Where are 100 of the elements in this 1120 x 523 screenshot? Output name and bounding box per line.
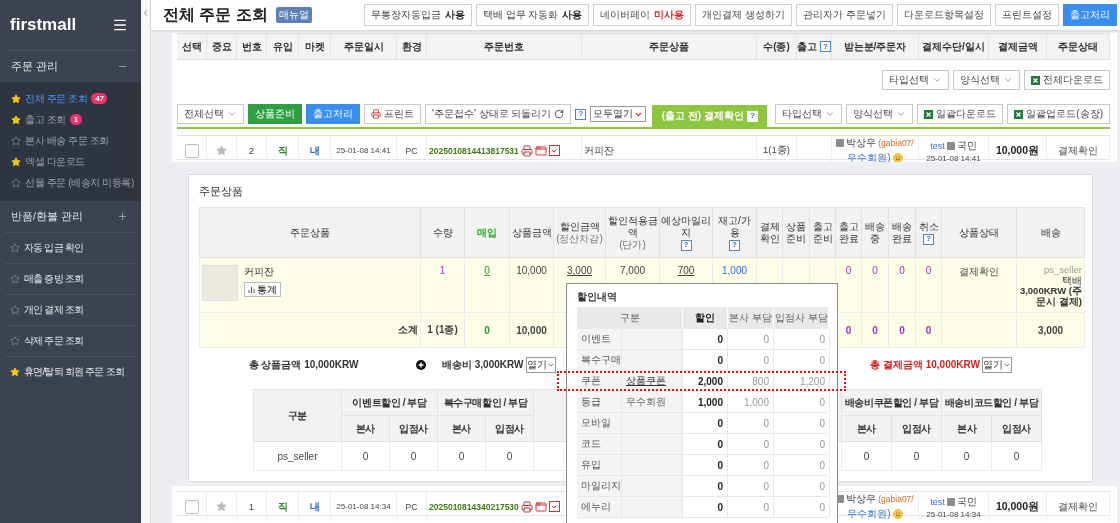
toggle-dropdown[interactable]: 열기 <box>525 356 556 373</box>
download-button[interactable]: 일괄다운로드 <box>917 104 1004 124</box>
setting-button[interactable]: 무통장자동입금 사용 <box>363 4 472 26</box>
help-button[interactable]: ? <box>729 239 740 251</box>
menu-item[interactable]: 전체 주문 조회 47 <box>0 88 141 109</box>
checkbox[interactable] <box>184 499 199 514</box>
payment-confirm-tab[interactable]: (출고 전) 결제확인 ? <box>652 105 768 127</box>
column-header: 배송완료 <box>892 220 912 244</box>
column-header: 상품상태 <box>959 226 999 238</box>
star-icon[interactable] <box>11 114 21 125</box>
table-cell: 1 <box>237 492 267 521</box>
column-subheader: (정산차감) <box>555 232 604 245</box>
star-icon[interactable] <box>10 243 20 253</box>
chevron-down-icon <box>227 109 237 119</box>
table-cell: 0 <box>389 441 438 471</box>
menu-group-header[interactable]: 반품/환불 관리 <box>0 201 141 232</box>
download-button[interactable]: 전체다운로드 <box>1024 70 1110 90</box>
order-number-link[interactable]: 2025010814413817531 <box>429 145 519 156</box>
menu-item[interactable]: 자동 입금 확인 <box>5 232 136 263</box>
bank-name: 국민 <box>956 494 977 509</box>
plus-icon <box>416 359 426 370</box>
star-icon[interactable] <box>10 305 20 315</box>
printer-icon[interactable] <box>520 500 533 513</box>
download-button[interactable]: 일괄업로드(송장) <box>1007 104 1110 124</box>
table-cell: 코드 <box>577 434 622 454</box>
product-name: 커피잔 <box>584 143 614 158</box>
column-header: 구분 <box>619 311 640 325</box>
menu-item[interactable]: 선물 주문 (배송지 미등록) <box>0 172 141 193</box>
manual-link[interactable]: 매뉴얼 <box>275 7 312 23</box>
star-icon[interactable] <box>11 156 21 167</box>
menu-item[interactable]: 출고 조회 1 <box>0 109 141 130</box>
star-icon[interactable] <box>216 501 227 512</box>
member-id: (gabia07/ <box>878 494 914 504</box>
dropdown-button[interactable] <box>548 145 560 156</box>
column-header: 선택 <box>181 39 202 54</box>
status-label: 미사용 <box>654 8 685 22</box>
total-amount: 배송비 3,000KRW <box>442 357 524 372</box>
chevron-down-icon <box>932 75 942 85</box>
table-cell: 0 <box>915 257 942 313</box>
toggle-dropdown[interactable]: 열기 <box>982 356 1012 373</box>
collapse-sidebar-icon[interactable] <box>141 8 150 18</box>
help-button[interactable]: ? <box>746 110 758 122</box>
setting-button[interactable]: 네이버페이 미사용 <box>593 4 692 26</box>
column-header: 재고/가용 <box>718 214 751 238</box>
help-button[interactable]: ? <box>820 41 831 52</box>
help-button[interactable]: ? <box>575 108 587 120</box>
order-amount: 10,000원 <box>995 499 1040 514</box>
star-icon[interactable] <box>11 93 21 104</box>
column-header: 매입 <box>477 226 497 238</box>
coupon-link[interactable]: 상품쿠폰 <box>626 374 666 388</box>
header-button[interactable]: 관리자가 주문넣기 <box>796 4 893 26</box>
select-dropdown[interactable]: 양식선택 <box>846 104 914 124</box>
star-icon[interactable] <box>10 274 20 284</box>
column-header: 입점사 부담 <box>775 311 828 325</box>
table-cell: 0 <box>437 441 486 471</box>
stats-button[interactable]: 통계 <box>244 282 281 297</box>
table-cell: 0 <box>861 312 889 348</box>
header-button[interactable]: 다운로드항목설정 <box>897 4 991 26</box>
order-number-link[interactable]: 2025010814340217530 <box>429 501 519 512</box>
select-dropdown[interactable]: 모두열기 <box>590 106 647 122</box>
status-label: 사용 <box>444 8 465 22</box>
shipping-method: 택배 <box>1062 275 1082 287</box>
menu-icon[interactable] <box>112 17 128 33</box>
window-icon[interactable] <box>534 144 547 157</box>
menu-item[interactable]: 엑셀 다운로드 <box>0 151 141 172</box>
receiver-name: 박상우 <box>846 492 877 506</box>
revert-button[interactable]: '주문접수' 상태로 되돌리기 <box>425 104 572 124</box>
print-button[interactable]: 프린트 <box>364 104 421 124</box>
bank-name: 국민 <box>956 138 977 153</box>
checkbox[interactable] <box>184 143 199 158</box>
star-icon[interactable] <box>11 177 21 188</box>
help-button[interactable]: ? <box>923 233 934 245</box>
help-button[interactable]: ? <box>680 239 692 251</box>
column-header: 주문상품 <box>649 39 689 54</box>
header-button[interactable]: 프린트설정 <box>995 4 1059 26</box>
column-header: 수(종) <box>763 39 790 54</box>
page-title: 전체 주문 조회 <box>163 4 268 25</box>
header-button[interactable]: 개인결제 생성하기 <box>695 4 793 26</box>
table-cell: 0 <box>841 441 892 471</box>
menu-item[interactable]: 휴면/탈퇴 회원 주문 조회 <box>5 356 136 387</box>
setting-button[interactable]: 택배 업무 자동화 사용 <box>475 4 590 26</box>
star-icon[interactable] <box>10 336 20 346</box>
bar-chart-icon <box>248 286 255 293</box>
table-cell: 마일리지 <box>577 476 622 496</box>
printer-icon[interactable] <box>520 144 533 157</box>
dropdown-button[interactable] <box>548 501 560 512</box>
window-icon[interactable] <box>534 500 547 513</box>
star-icon[interactable] <box>11 135 21 146</box>
member-grade: 우수회원) <box>847 151 891 165</box>
star-icon[interactable] <box>216 145 227 156</box>
select-dropdown[interactable]: 양식선택 <box>953 70 1020 90</box>
menu-item[interactable]: 본사 배송 주문 조회 <box>0 130 141 151</box>
select-dropdown[interactable]: 타입선택 <box>882 70 949 90</box>
select-dropdown[interactable]: 전체선택 <box>177 104 244 124</box>
menu-item[interactable]: 매출 증빙 조회 <box>5 263 136 294</box>
select-dropdown[interactable]: 타입선택 <box>775 104 843 124</box>
menu-item[interactable]: 개인 결제 조회 <box>5 294 136 325</box>
menu-item[interactable]: 삭제 주문 조회 <box>5 325 136 356</box>
star-icon[interactable] <box>10 367 20 377</box>
menu-group-header[interactable]: 주문 관리 <box>0 51 141 82</box>
